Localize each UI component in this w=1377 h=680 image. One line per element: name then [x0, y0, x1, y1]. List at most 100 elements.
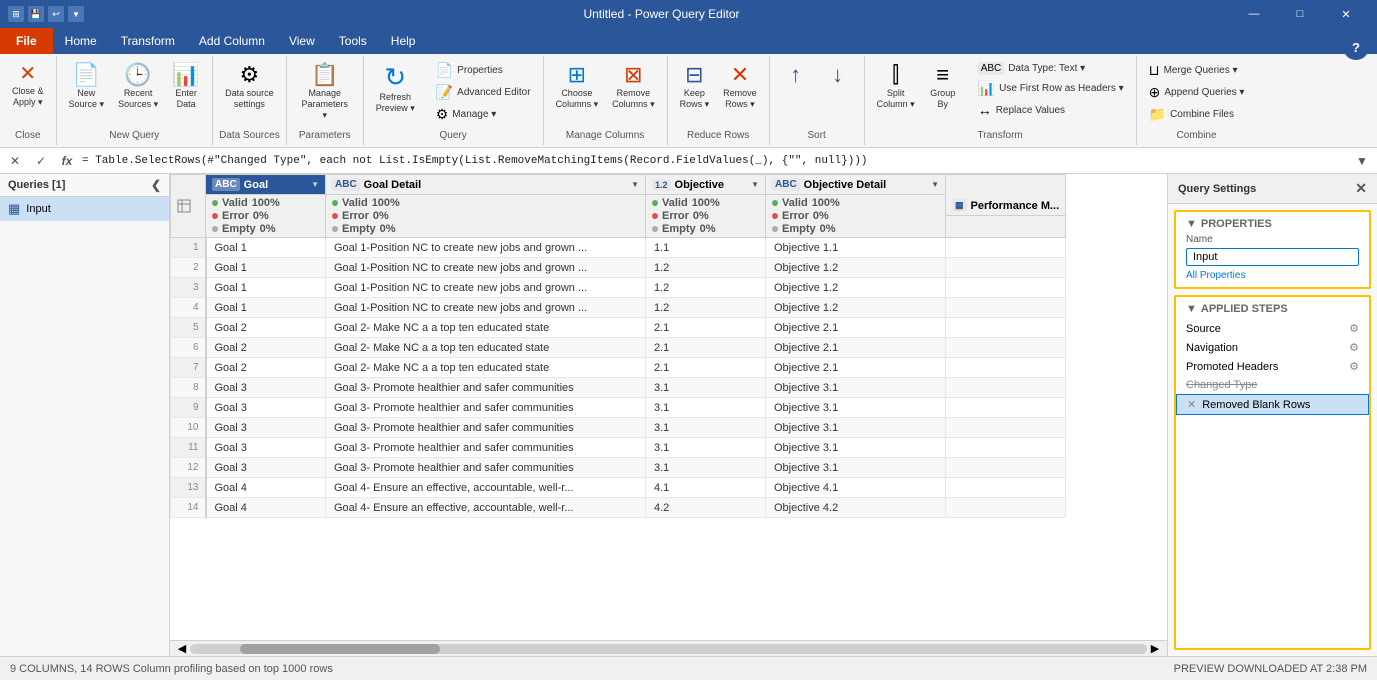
col-header-goal[interactable]: ABC Goal ▼ Valid 100% — [206, 175, 326, 238]
manage-button[interactable]: ⚙ Manage ▾ — [430, 104, 537, 125]
table-icon — [177, 199, 191, 213]
step-promoted-headers[interactable]: Promoted Headers ⚙ — [1176, 357, 1369, 376]
formula-accept-button[interactable]: ✓ — [30, 150, 52, 172]
row-num-cell: 10 — [171, 418, 206, 438]
properties-icon: 📄 — [436, 62, 453, 79]
scroll-left-button[interactable]: ◀ — [174, 641, 190, 657]
close-apply-button[interactable]: ✕ Close &Apply ▾ — [6, 60, 50, 112]
queries-title: Queries [1] — [8, 179, 65, 191]
horizontal-scrollbar-area[interactable]: ◀ ▶ — [170, 640, 1167, 656]
menu-file[interactable]: File — [0, 28, 53, 54]
step-promoted-headers-gear-icon[interactable]: ⚙ — [1349, 360, 1359, 373]
table-row[interactable]: 9 Goal 3 Goal 3- Promote healthier and s… — [171, 398, 1066, 418]
goal-cell: Goal 1 — [206, 238, 326, 258]
menu-home[interactable]: Home — [53, 28, 109, 54]
close-button[interactable]: ✕ — [1323, 0, 1369, 28]
table-row[interactable]: 8 Goal 3 Goal 3- Promote healthier and s… — [171, 378, 1066, 398]
menu-help[interactable]: Help — [379, 28, 428, 54]
sort-desc-button[interactable]: ↓ — [818, 60, 858, 90]
step-navigation-gear-icon[interactable]: ⚙ — [1349, 341, 1359, 354]
enter-data-button[interactable]: 📊 EnterData — [166, 60, 206, 114]
data-sources-group-label: Data Sources — [219, 127, 280, 143]
combine-files-button[interactable]: 📁 Combine Files — [1143, 104, 1251, 125]
append-queries-icon: ⊕ — [1149, 84, 1161, 101]
table-row[interactable]: 11 Goal 3 Goal 3- Promote healthier and … — [171, 438, 1066, 458]
remove-columns-button[interactable]: ⊠ RemoveColumns ▾ — [606, 60, 661, 114]
properties-button[interactable]: 📄 Properties — [430, 60, 537, 81]
remove-columns-label: RemoveColumns ▾ — [612, 88, 655, 110]
formula-input[interactable] — [82, 155, 1347, 167]
formula-expand-button[interactable]: ▼ — [1351, 150, 1373, 172]
objective-detail-cell: Objective 4.2 — [766, 498, 946, 518]
table-row[interactable]: 12 Goal 3 Goal 3- Promote healthier and … — [171, 458, 1066, 478]
objective-col-dropdown[interactable]: ▼ — [751, 180, 759, 189]
goal-col-dropdown[interactable]: ▼ — [311, 180, 319, 189]
new-source-button[interactable]: 📄 NewSource ▾ — [63, 60, 111, 114]
table-row[interactable]: 3 Goal 1 Goal 1-Position NC to create ne… — [171, 278, 1066, 298]
table-row[interactable]: 5 Goal 2 Goal 2- Make NC a a top ten edu… — [171, 318, 1066, 338]
formula-cancel-button[interactable]: ✕ — [4, 150, 26, 172]
manage-parameters-button[interactable]: 📋 ManageParameters ▾ — [293, 60, 357, 124]
dropdown-icon[interactable]: ▼ — [68, 6, 84, 22]
col-header-objective-detail[interactable]: ABC Objective Detail ▼ Valid 100% — [766, 175, 946, 238]
obj-detail-col-dropdown[interactable]: ▼ — [931, 180, 939, 189]
refresh-preview-button[interactable]: ↻ RefreshPreview ▾ — [370, 60, 421, 118]
all-properties-link[interactable]: All Properties — [1186, 270, 1359, 281]
queries-collapse-button[interactable]: ❮ — [151, 178, 161, 192]
table-row[interactable]: 1 Goal 1 Goal 1-Position NC to create ne… — [171, 238, 1066, 258]
formula-fx-button[interactable]: fx — [56, 150, 78, 172]
horizontal-scrollbar-thumb[interactable] — [240, 644, 440, 654]
scroll-right-button[interactable]: ▶ — [1147, 641, 1163, 657]
step-navigation[interactable]: Navigation ⚙ — [1176, 338, 1369, 357]
table-row[interactable]: 13 Goal 4 Goal 4- Ensure an effective, a… — [171, 478, 1066, 498]
ribbon-group-data-sources-content: ⚙ Data sourcesettings — [219, 58, 280, 127]
maximize-button[interactable]: □ — [1277, 0, 1323, 28]
minimize-button[interactable]: — — [1231, 0, 1277, 28]
menu-transform[interactable]: Transform — [109, 28, 187, 54]
sort-asc-button[interactable]: ↑ — [776, 60, 816, 90]
remove-rows-button[interactable]: ✕ RemoveRows ▾ — [717, 60, 763, 114]
data-type-button[interactable]: ABC Data Type: Text ▾ — [972, 60, 1130, 77]
table-row[interactable]: 7 Goal 2 Goal 2- Make NC a a top ten edu… — [171, 358, 1066, 378]
col-header-performance-m[interactable]: ▦ Performance M... — [946, 175, 1066, 238]
merge-queries-button[interactable]: ⊔ Merge Queries ▾ — [1143, 60, 1251, 81]
goal-valid-label: Valid — [222, 197, 248, 209]
query-settings-close-button[interactable]: ✕ — [1355, 180, 1367, 197]
step-changed-type[interactable]: Changed Type — [1176, 376, 1369, 394]
menu-tools[interactable]: Tools — [327, 28, 379, 54]
table-row[interactable]: 14 Goal 4 Goal 4- Ensure an effective, a… — [171, 498, 1066, 518]
col-header-goal-detail[interactable]: ABC Goal Detail ▼ Valid 100% — [326, 175, 646, 238]
menu-add-column[interactable]: Add Column — [187, 28, 277, 54]
data-grid[interactable]: ABC Goal ▼ Valid 100% — [170, 174, 1167, 640]
step-removed-blank-x-icon[interactable]: ✕ — [1187, 398, 1196, 411]
replace-values-button[interactable]: ↔ Replace Values — [972, 100, 1130, 120]
goal-detail-col-dropdown[interactable]: ▼ — [631, 180, 639, 189]
table-row[interactable]: 4 Goal 1 Goal 1-Position NC to create ne… — [171, 298, 1066, 318]
menu-view[interactable]: View — [277, 28, 327, 54]
append-queries-button[interactable]: ⊕ Append Queries ▾ — [1143, 82, 1251, 103]
use-first-row-button[interactable]: 📊 Use First Row as Headers ▾ — [972, 78, 1130, 99]
recent-sources-button[interactable]: 🕒 RecentSources ▾ — [112, 60, 164, 114]
data-source-settings-button[interactable]: ⚙ Data sourcesettings — [219, 60, 280, 114]
col-header-objective[interactable]: 1.2 Objective ▼ Valid 100% — [646, 175, 766, 238]
help-button[interactable]: ? — [1343, 34, 1369, 60]
goal-detail-cell: Goal 3- Promote healthier and safer comm… — [326, 378, 646, 398]
step-source-gear-icon[interactable]: ⚙ — [1349, 322, 1359, 335]
goal-type-icon: ABC — [212, 178, 240, 191]
advanced-editor-button[interactable]: 📝 Advanced Editor — [430, 82, 537, 103]
table-row[interactable]: 10 Goal 3 Goal 3- Promote healthier and … — [171, 418, 1066, 438]
step-removed-blank-rows[interactable]: ✕ Removed Blank Rows — [1176, 394, 1369, 415]
choose-columns-button[interactable]: ⊞ ChooseColumns ▾ — [550, 60, 605, 114]
horizontal-scrollbar[interactable] — [190, 644, 1147, 654]
query-name-input[interactable] — [1186, 248, 1359, 266]
table-row[interactable]: 6 Goal 2 Goal 2- Make NC a a top ten edu… — [171, 338, 1066, 358]
split-column-button[interactable]: ⫿ SplitColumn ▾ — [871, 60, 921, 114]
undo-icon[interactable]: ↩ — [48, 6, 64, 22]
step-source[interactable]: Source ⚙ — [1176, 319, 1369, 338]
save-icon[interactable]: 💾 — [28, 6, 44, 22]
row-num-cell: 3 — [171, 278, 206, 298]
group-by-button[interactable]: ≡ GroupBy — [923, 60, 963, 114]
keep-rows-button[interactable]: ⊟ KeepRows ▾ — [674, 60, 716, 114]
table-row[interactable]: 2 Goal 1 Goal 1-Position NC to create ne… — [171, 258, 1066, 278]
query-item-input[interactable]: ▦ Input — [0, 197, 169, 221]
